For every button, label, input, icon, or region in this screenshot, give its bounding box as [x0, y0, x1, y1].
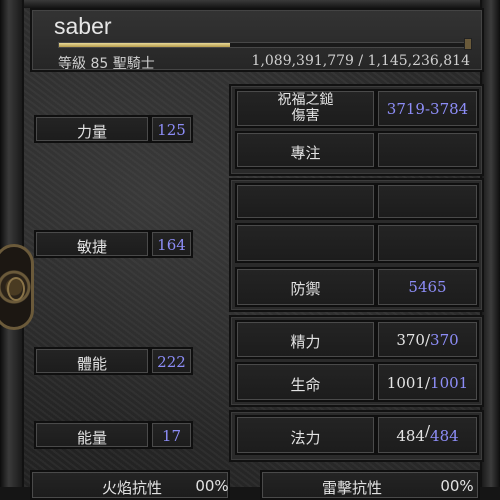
experience-bar-cap [464, 38, 472, 50]
defense-value-box: 5465 [376, 267, 479, 307]
mana-value-box: 484/484 [376, 415, 479, 455]
life-current: 1001 [386, 374, 425, 392]
mana-label-box[interactable]: 法力 [235, 415, 376, 455]
empty-slot-1-value [376, 183, 479, 220]
character-stats-panel: saber 等級 85 聖騎士 1,089,391,779 / 1,145,23… [0, 0, 500, 500]
vitality-value: 222 [157, 353, 186, 371]
strength-value-box: 125 [150, 115, 193, 143]
life-label: 生命 [290, 376, 321, 394]
ornament-knot-icon [0, 244, 34, 330]
stamina-value: 370/370 [378, 331, 477, 349]
fire-resist-value: 00% [195, 477, 229, 495]
lightning-resist-value: 00% [440, 477, 474, 495]
empty-slot-1 [235, 183, 376, 220]
damage-value-box: 3719-3784 [376, 89, 479, 128]
life-value-box: 1001/1001 [376, 362, 479, 402]
lightning-resist-box: 雷擊抗性 00% [260, 470, 480, 500]
life-max: 1001 [430, 374, 469, 392]
stamina-label-box[interactable]: 精力 [235, 320, 376, 359]
strength-label-box[interactable]: 力量 [34, 115, 150, 143]
defense-value: 5465 [408, 278, 447, 296]
damage-label: 祝福之鎚 傷害 [277, 92, 334, 124]
frame-top [0, 0, 500, 8]
focus-label-box[interactable]: 專注 [235, 131, 376, 169]
focus-value-box [376, 131, 479, 169]
experience-bar-fill [59, 43, 231, 47]
character-header: saber 等級 85 聖騎士 1,089,391,779 / 1,145,23… [30, 8, 484, 72]
dexterity-value-box: 164 [150, 230, 193, 258]
mana-max: 484 [430, 427, 459, 445]
vitality-label-box[interactable]: 體能 [34, 347, 150, 375]
lightning-resist-label: 雷擊抗性 [321, 479, 382, 497]
dexterity-value: 164 [157, 236, 186, 254]
character-name: saber [54, 13, 112, 39]
mana-separator: / [424, 422, 431, 440]
damage-label-box[interactable]: 祝福之鎚 傷害 [235, 89, 376, 128]
life-value: 1001/1001 [378, 374, 477, 392]
life-label-box[interactable]: 生命 [235, 362, 376, 402]
vitality-label: 體能 [76, 355, 107, 373]
mana-label: 法力 [290, 429, 321, 447]
strength-value: 125 [157, 121, 186, 139]
energy-label-box[interactable]: 能量 [34, 421, 150, 449]
focus-label: 專注 [290, 144, 321, 162]
defense-label-box[interactable]: 防禦 [235, 267, 376, 307]
dexterity-label: 敏捷 [76, 238, 107, 256]
mana-current: 484 [396, 427, 425, 445]
damage-value: 3719-3784 [386, 100, 469, 118]
stamina-value-box: 370/370 [376, 320, 479, 359]
level-class-text: 等級 85 聖騎士 [58, 56, 155, 72]
energy-value-box: 17 [150, 421, 193, 449]
empty-slot-2 [235, 223, 376, 263]
vitality-value-box: 222 [150, 347, 193, 375]
fire-resist-label: 火焰抗性 [101, 479, 162, 497]
mana-value: 484/484 [378, 422, 477, 445]
stamina-current: 370 [396, 331, 425, 349]
stamina-max: 370 [430, 331, 459, 349]
energy-value: 17 [161, 427, 182, 445]
energy-label: 能量 [76, 429, 107, 447]
stamina-label: 精力 [290, 333, 321, 351]
fire-resist-box: 火焰抗性 00% [30, 470, 230, 500]
experience-text: 1,089,391,779 / 1,145,236,814 [251, 53, 470, 69]
strength-label: 力量 [76, 123, 107, 141]
empty-slot-2-value [376, 223, 479, 263]
defense-label: 防禦 [290, 280, 321, 298]
experience-bar [58, 42, 468, 48]
dexterity-label-box[interactable]: 敏捷 [34, 230, 150, 258]
